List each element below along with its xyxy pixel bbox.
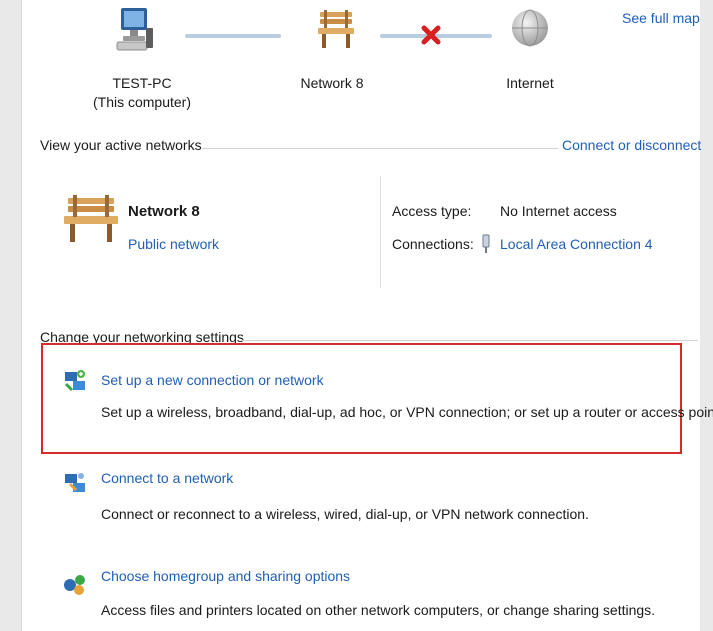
connect-or-disconnect-link[interactable]: Connect or disconnect xyxy=(562,137,701,153)
network-and-sharing-center: See full map TEST-PC (This computer) Net… xyxy=(22,0,713,631)
computer-name: TEST-PC xyxy=(112,75,172,91)
homegroup-sharing-desc: Access files and printers located on oth… xyxy=(101,602,656,618)
connect-to-network-desc: Connect or reconnect to a wireless, wire… xyxy=(101,506,589,522)
vertical-divider xyxy=(380,176,381,288)
highlight-box xyxy=(41,343,682,454)
local-area-connection-link[interactable]: Local Area Connection 4 xyxy=(500,236,653,252)
globe-icon[interactable] xyxy=(508,6,552,50)
setup-new-connection-link[interactable]: Set up a new connection or network xyxy=(101,372,324,388)
disconnected-x-icon[interactable] xyxy=(420,24,442,46)
connect-to-network-link[interactable]: Connect to a network xyxy=(101,470,233,486)
access-type-value: No Internet access xyxy=(500,203,617,219)
setup-new-connection-desc: Set up a wireless, broadband, dial-up, a… xyxy=(101,404,713,420)
active-networks-heading: View your active networks xyxy=(40,137,202,153)
connect-network-icon[interactable] xyxy=(62,470,88,496)
bench-network-icon[interactable] xyxy=(316,8,356,50)
network-category-link[interactable]: Public network xyxy=(128,236,219,252)
change-settings-rule xyxy=(242,340,698,341)
homegroup-icon[interactable] xyxy=(62,571,88,597)
computer-subtitle: (This computer) xyxy=(92,94,192,110)
network-bench-icon xyxy=(62,192,120,244)
access-type-label: Access type: xyxy=(392,203,472,219)
network-node-label: Network 8 xyxy=(300,75,364,91)
see-full-map-link[interactable]: See full map xyxy=(622,10,700,26)
internet-node-label: Internet xyxy=(506,75,554,91)
active-networks-rule xyxy=(202,148,558,149)
ethernet-icon xyxy=(480,234,492,254)
connection-line-pc-network xyxy=(185,34,281,38)
computer-node-label: TEST-PC (This computer) xyxy=(82,74,202,112)
homegroup-sharing-link[interactable]: Choose homegroup and sharing options xyxy=(101,568,350,584)
connections-label: Connections: xyxy=(392,236,474,252)
active-network-name: Network 8 xyxy=(128,203,200,220)
computer-icon[interactable] xyxy=(115,4,155,52)
new-connection-icon[interactable] xyxy=(62,368,88,394)
